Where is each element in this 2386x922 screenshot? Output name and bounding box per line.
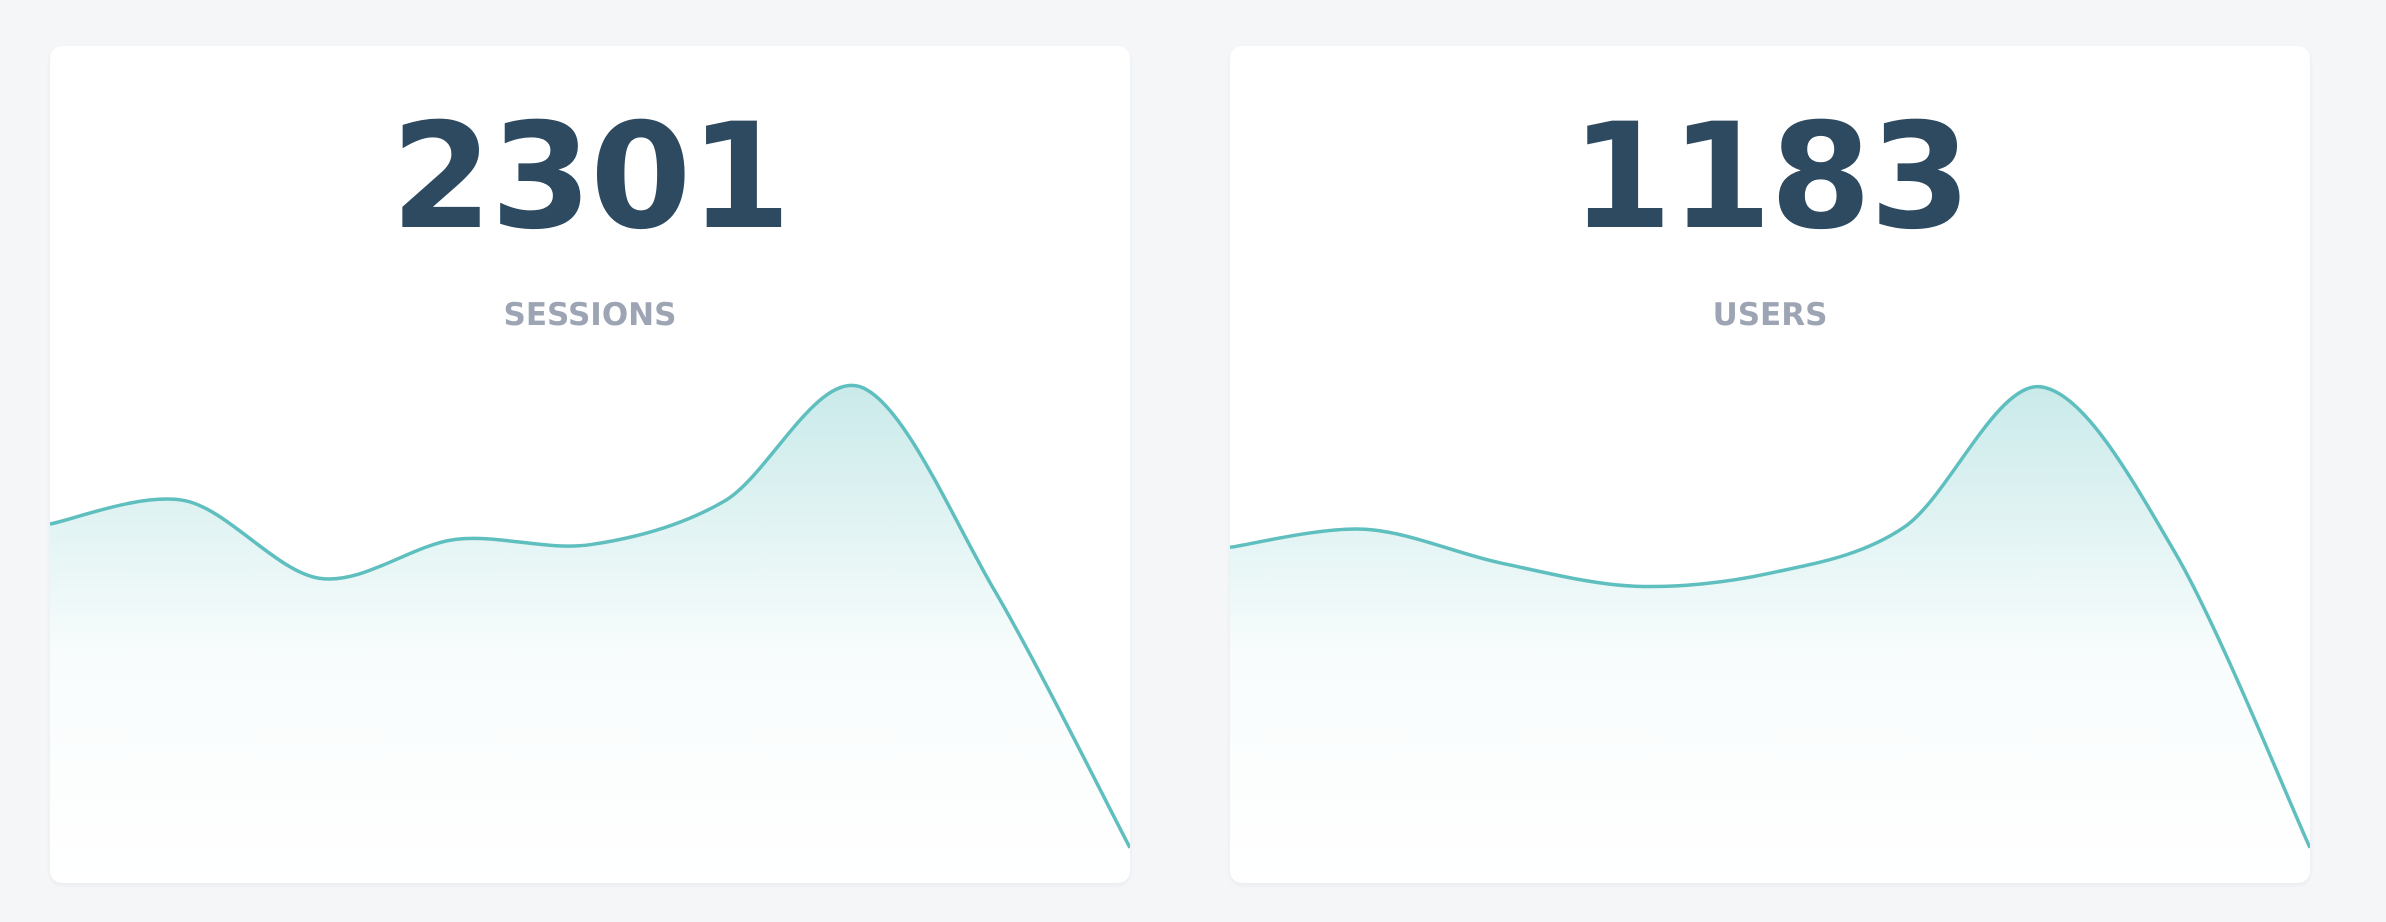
- sessions-card: 2301 SESSIONS: [50, 46, 1130, 883]
- users-label: USERS: [1712, 297, 1828, 333]
- sessions-area-fill: [50, 385, 1130, 883]
- sessions-value: 2301: [390, 92, 791, 262]
- users-card: 1183 USERS: [1230, 46, 2310, 883]
- users-area-fill: [1230, 386, 2310, 883]
- sessions-label: SESSIONS: [503, 297, 677, 333]
- users-value: 1183: [1570, 92, 1971, 262]
